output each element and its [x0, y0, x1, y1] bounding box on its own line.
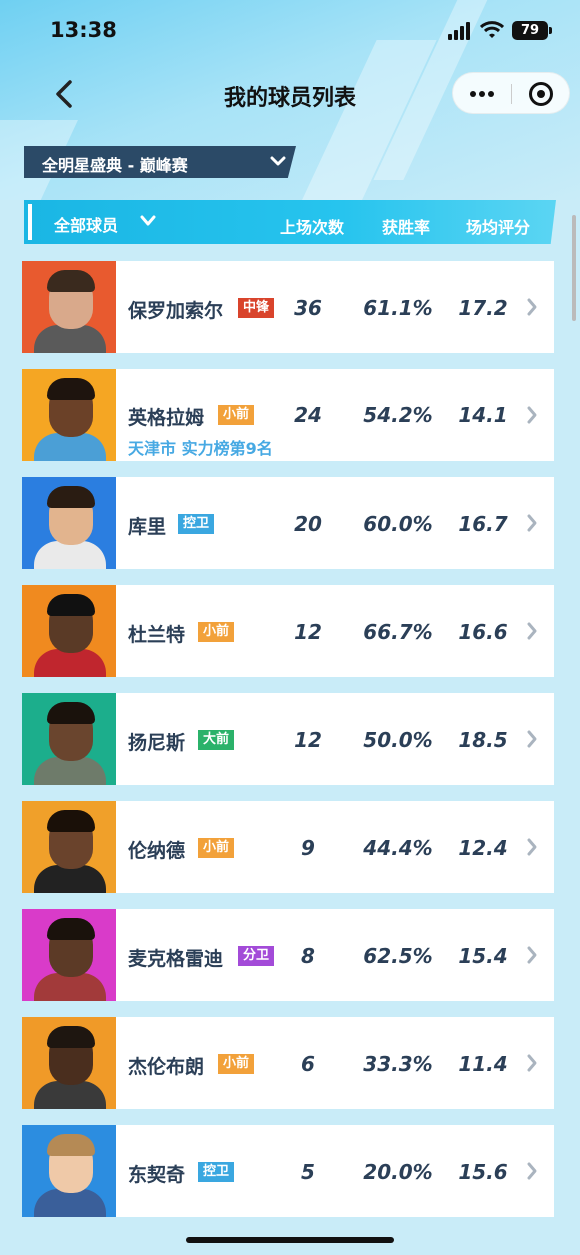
win-rate: 61.1%: [363, 296, 433, 320]
player-row[interactable]: 杜兰特 小前 12 66.7% 16.6: [22, 585, 554, 677]
chevron-right-icon: [527, 1162, 537, 1180]
position-badge: 小前: [198, 838, 235, 858]
position-badge: 控卫: [198, 1162, 235, 1182]
chevron-right-icon: [527, 298, 537, 316]
table-header: 全部球员 上场次数 获胜率 场均评分: [24, 200, 556, 244]
games-played: 5: [301, 1160, 315, 1184]
player-row[interactable]: 伦纳德 小前 9 44.4% 12.4: [22, 801, 554, 893]
player-avatar: [22, 1017, 116, 1109]
chevron-right-icon: [527, 838, 537, 856]
games-played: 6: [301, 1052, 315, 1076]
chevron-right-icon: [527, 514, 537, 532]
average-rating: 12.4: [458, 836, 508, 860]
player-row[interactable]: 扬尼斯 大前 12 50.0% 18.5: [22, 693, 554, 785]
win-rate: 60.0%: [363, 512, 433, 536]
status-time: 13:38: [50, 18, 117, 42]
player-avatar: [22, 909, 116, 1001]
player-row[interactable]: 杰伦布朗 小前 6 33.3% 11.4: [22, 1017, 554, 1109]
win-rate: 44.4%: [363, 836, 433, 860]
chevron-down-icon[interactable]: [140, 214, 156, 228]
player-avatar: [22, 801, 116, 893]
position-badge: 分卫: [238, 946, 275, 966]
player-name: 杜兰特: [128, 624, 186, 646]
player-avatar: [22, 369, 116, 461]
win-rate: 50.0%: [363, 728, 433, 752]
player-avatar: [22, 261, 116, 353]
position-badge: 中锋: [238, 298, 275, 318]
player-name: 麦克格雷迪: [128, 948, 224, 970]
status-bar: 13:38 79: [0, 0, 580, 62]
player-avatar: [22, 1125, 116, 1217]
player-row[interactable]: 库里 控卫 20 60.0% 16.7: [22, 477, 554, 569]
player-row[interactable]: 保罗加索尔 中锋 36 61.1% 17.2: [22, 261, 554, 353]
column-header-win-rate: 获胜率: [382, 218, 431, 237]
mini-program-capsule: [452, 72, 570, 114]
games-played: 12: [294, 620, 322, 644]
player-name: 扬尼斯: [128, 732, 186, 754]
position-badge: 小前: [218, 405, 255, 425]
player-name: 英格拉姆: [128, 407, 205, 429]
position-badge: 控卫: [178, 514, 215, 534]
player-avatar: [22, 693, 116, 785]
more-dots-icon[interactable]: [453, 73, 511, 115]
games-played: 24: [294, 403, 322, 427]
average-rating: 11.4: [458, 1052, 508, 1076]
player-name: 东契奇: [128, 1164, 186, 1186]
player-row[interactable]: 麦克格雷迪 分卫 8 62.5% 15.4: [22, 909, 554, 1001]
chevron-right-icon: [527, 622, 537, 640]
position-badge: 小前: [218, 1054, 255, 1074]
win-rate: 54.2%: [363, 403, 433, 427]
games-played: 12: [294, 728, 322, 752]
average-rating: 15.4: [458, 944, 508, 968]
player-avatar: [22, 585, 116, 677]
average-rating: 16.6: [458, 620, 508, 644]
average-rating: 18.5: [458, 728, 508, 752]
home-indicator: [186, 1237, 394, 1243]
player-name: 库里: [128, 516, 167, 538]
player-name: 伦纳德: [128, 840, 186, 862]
player-row[interactable]: 东契奇 控卫 5 20.0% 15.6: [22, 1125, 554, 1217]
close-target-icon[interactable]: [512, 73, 570, 115]
mode-dropdown[interactable]: 全明星盛典 - 巅峰赛: [24, 146, 296, 178]
games-played: 36: [294, 296, 322, 320]
win-rate: 33.3%: [363, 1052, 433, 1076]
average-rating: 15.6: [458, 1160, 508, 1184]
position-badge: 小前: [198, 622, 235, 642]
win-rate: 62.5%: [363, 944, 433, 968]
column-header-rating: 场均评分: [466, 218, 531, 237]
average-rating: 14.1: [458, 403, 508, 427]
wifi-icon: [480, 21, 504, 38]
player-rank-info: 天津市 实力榜第9名: [128, 439, 273, 458]
header-accent-bar: [28, 204, 32, 240]
average-rating: 17.2: [458, 296, 508, 320]
navigation-bar: 我的球员列表: [0, 66, 580, 122]
battery-icon: 79: [512, 21, 552, 40]
games-played: 8: [301, 944, 315, 968]
player-name: 保罗加索尔: [128, 300, 224, 322]
chevron-right-icon: [527, 406, 537, 424]
player-row[interactable]: 英格拉姆 小前 天津市 实力榜第9名 24 54.2% 14.1: [22, 369, 554, 461]
average-rating: 16.7: [458, 512, 508, 536]
chevron-right-icon: [527, 946, 537, 964]
player-name: 杰伦布朗: [128, 1056, 205, 1078]
position-badge: 大前: [198, 730, 235, 750]
player-avatar: [22, 477, 116, 569]
cellular-signal-icon: [448, 22, 474, 40]
mode-label: 全明星盛典 - 巅峰赛: [42, 156, 188, 175]
games-played: 9: [301, 836, 315, 860]
chevron-down-icon: [270, 156, 286, 166]
column-header-games: 上场次数: [280, 218, 345, 237]
win-rate: 66.7%: [363, 620, 433, 644]
scrollbar[interactable]: [572, 215, 576, 321]
games-played: 20: [294, 512, 322, 536]
player-filter[interactable]: 全部球员: [54, 212, 118, 236]
chevron-right-icon: [527, 730, 537, 748]
chevron-right-icon: [527, 1054, 537, 1072]
win-rate: 20.0%: [363, 1160, 433, 1184]
